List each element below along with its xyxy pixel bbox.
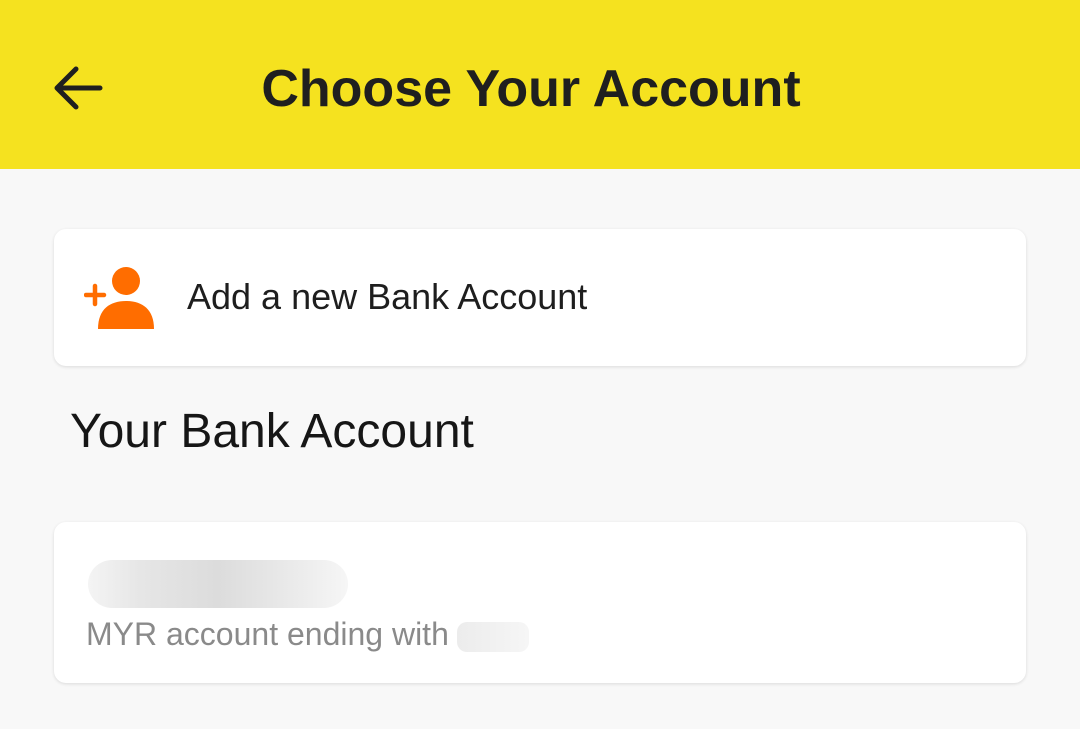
add-bank-account-label: Add a new Bank Account — [187, 276, 588, 317]
account-number-redacted — [456, 621, 529, 652]
section-heading: Your Bank Account — [70, 405, 474, 458]
page-title: Choose Your Account — [261, 60, 801, 118]
add-bank-account-button[interactable]: Add a new Bank Account — [54, 229, 1026, 366]
account-subtitle-text: MYR account ending with — [86, 616, 449, 652]
account-subtitle: MYR account ending with — [86, 614, 529, 654]
bank-account-item[interactable]: MYR account ending with — [54, 522, 1026, 683]
app-bar: Choose Your Account — [0, 0, 1080, 169]
add-user-icon — [84, 267, 154, 329]
account-name-redacted — [88, 560, 348, 608]
